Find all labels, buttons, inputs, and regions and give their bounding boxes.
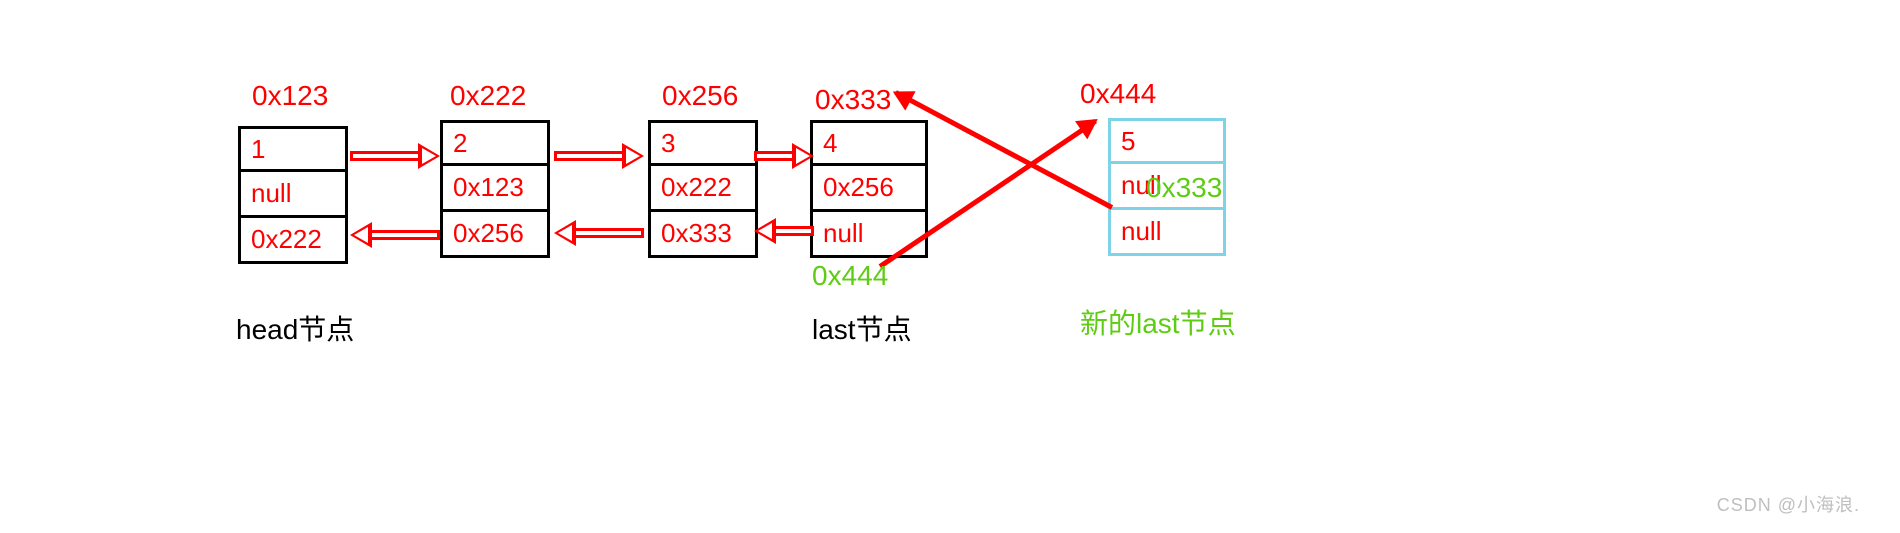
node5-val: 5 bbox=[1108, 118, 1226, 164]
node2-prev: 0x123 bbox=[440, 166, 550, 212]
caption-newlast: 新的last节点 bbox=[1080, 302, 1236, 342]
node3-val: 3 bbox=[648, 120, 758, 166]
node2-next: 0x256 bbox=[440, 212, 550, 258]
arrow-3-to-2 bbox=[554, 220, 644, 246]
watermark: CSDN @小海浪. bbox=[1717, 491, 1860, 517]
node3-prev: 0x222 bbox=[648, 166, 758, 212]
diagram-canvas: 0x123 0x222 0x256 0x333 0x444 1 null 0x2… bbox=[0, 0, 1900, 533]
node1-next: 0x222 bbox=[238, 218, 348, 264]
node4-prev: 0x256 bbox=[810, 166, 928, 212]
node-1: 1 null 0x222 bbox=[238, 126, 348, 264]
node1-val: 1 bbox=[238, 126, 348, 172]
addr-n4: 0x333 bbox=[815, 84, 891, 116]
caption-head: head节点 bbox=[236, 308, 354, 348]
arrow-1-to-2 bbox=[350, 143, 440, 169]
arrow-2-to-1 bbox=[350, 222, 440, 248]
addr-n3: 0x256 bbox=[662, 80, 738, 112]
addr-n1: 0x123 bbox=[252, 80, 328, 112]
node4-val: 4 bbox=[810, 120, 928, 166]
node5-prev-new: 0x333 bbox=[1146, 172, 1222, 204]
node2-val: 2 bbox=[440, 120, 550, 166]
caption-last: last节点 bbox=[812, 308, 912, 348]
addr-n2: 0x222 bbox=[450, 80, 526, 112]
node3-next: 0x333 bbox=[648, 212, 758, 258]
node5-next: null bbox=[1108, 210, 1226, 256]
node4-next: null bbox=[810, 212, 928, 258]
addr-n5: 0x444 bbox=[1080, 78, 1156, 110]
arrow-2-to-3 bbox=[554, 143, 644, 169]
node-2: 2 0x123 0x256 bbox=[440, 120, 550, 258]
arrow-4-to-3 bbox=[754, 218, 814, 244]
arrow-3-to-4 bbox=[754, 143, 814, 169]
node-3: 3 0x222 0x333 bbox=[648, 120, 758, 258]
node-4: 4 0x256 null bbox=[810, 120, 928, 258]
node1-prev: null bbox=[238, 172, 348, 218]
node4-next-new: 0x444 bbox=[812, 260, 888, 292]
